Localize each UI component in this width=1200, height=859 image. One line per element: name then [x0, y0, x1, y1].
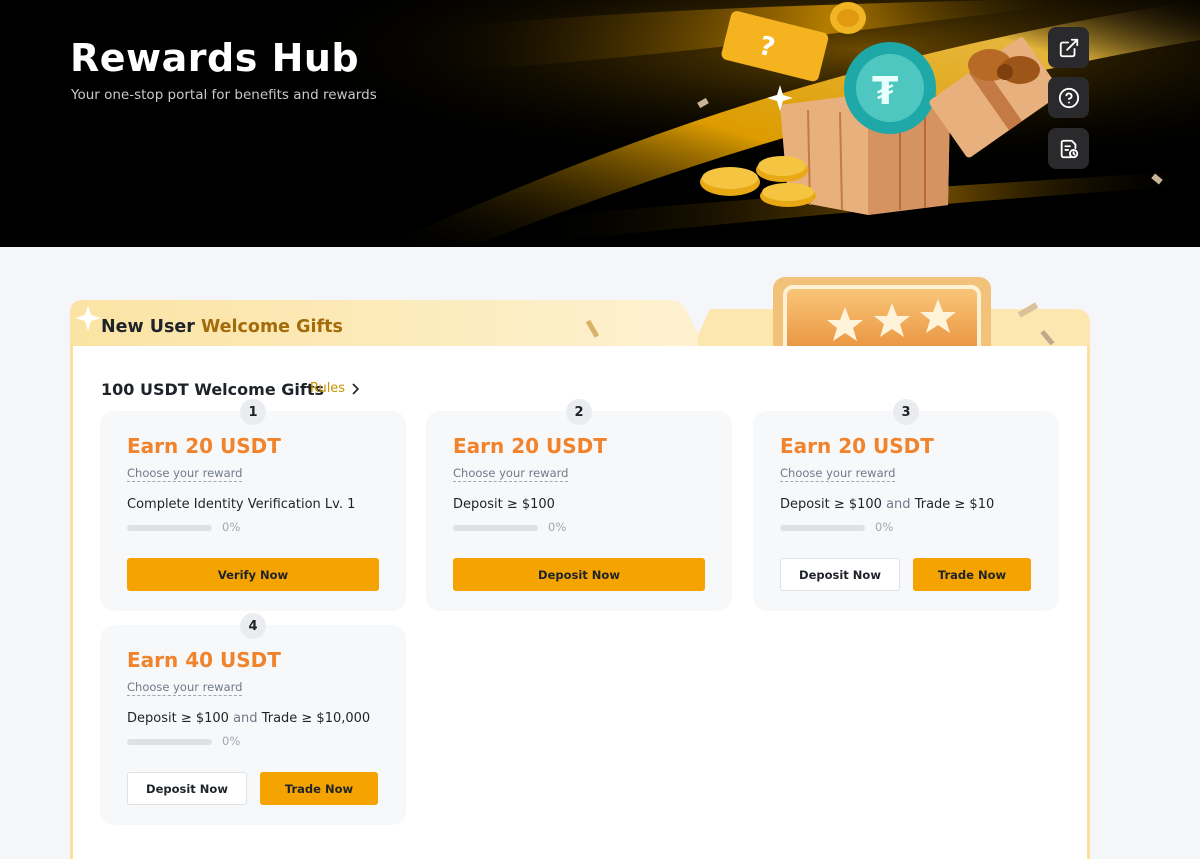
choose-reward-link[interactable]: Choose your reward [127, 466, 243, 482]
welcome-panel-title: New User Welcome Gifts [101, 317, 343, 337]
task-part: Complete Identity Verification Lv. 1 [127, 497, 356, 512]
task-description: Deposit ≥ $100 and Trade ≥ $10 [780, 497, 994, 512]
task-description: Deposit ≥ $100 [453, 497, 555, 512]
deposit-now-button[interactable]: Deposit Now [780, 558, 900, 591]
deposit-now-button[interactable]: Deposit Now [127, 772, 247, 805]
progress-percent: 0% [222, 734, 241, 748]
reward-history-icon [1060, 139, 1078, 158]
earn-amount: Earn 20 USDT [453, 434, 607, 458]
progress-percent: 0% [548, 520, 567, 534]
gift-card-1: Earn 20 USDT Choose your reward Complete… [100, 411, 406, 611]
gift-card-4: Earn 40 USDT Choose your reward Deposit … [100, 625, 406, 825]
step-badge: 1 [240, 399, 266, 425]
svg-text:₮: ₮ [872, 69, 898, 113]
external-link-icon [1059, 38, 1078, 57]
earn-amount: Earn 40 USDT [127, 648, 281, 672]
section-title: 100 USDT Welcome Gifts [101, 380, 324, 399]
gift-box-illustration: ? ₮ [697, 2, 1163, 215]
help-circle-icon [1058, 87, 1079, 108]
progress-bar [127, 739, 212, 745]
task-description: Complete Identity Verification Lv. 1 [127, 497, 355, 512]
reward-history-button[interactable] [1048, 128, 1089, 169]
hero-banner: Rewards Hub Your one-stop portal for ben… [0, 0, 1200, 247]
title-prefix: New User [101, 317, 201, 337]
help-button[interactable] [1048, 77, 1089, 118]
task-part: Trade ≥ $10 [914, 497, 995, 512]
trade-now-button[interactable]: Trade Now [913, 558, 1031, 591]
earn-amount: Earn 20 USDT [780, 434, 934, 458]
gift-card-3: Earn 20 USDT Choose your reward Deposit … [753, 411, 1059, 611]
gift-card-2: Earn 20 USDT Choose your reward Deposit … [426, 411, 732, 611]
progress-percent: 0% [875, 520, 894, 534]
task-conjunction: and [886, 497, 911, 512]
earn-amount: Earn 20 USDT [127, 434, 281, 458]
choose-reward-link[interactable]: Choose your reward [453, 466, 569, 482]
progress-bar [127, 525, 212, 531]
progress-bar [780, 525, 865, 531]
progress-percent: 0% [222, 520, 241, 534]
task-part: Deposit ≥ $100 [780, 497, 882, 512]
chevron-right-icon [352, 382, 360, 395]
page-subtitle: Your one-stop portal for benefits and re… [71, 87, 377, 103]
task-description: Deposit ≥ $100 and Trade ≥ $10,000 [127, 711, 370, 726]
task-part: Trade ≥ $10,000 [261, 711, 371, 726]
deposit-now-button[interactable]: Deposit Now [453, 558, 705, 591]
step-badge: 4 [240, 613, 266, 639]
rules-link[interactable]: Rules [310, 381, 360, 396]
task-part: Deposit ≥ $100 [453, 497, 555, 512]
progress-bar [453, 525, 538, 531]
trade-now-button[interactable]: Trade Now [260, 772, 378, 805]
choose-reward-link[interactable]: Choose your reward [127, 680, 243, 696]
task-part: Deposit ≥ $100 [127, 711, 229, 726]
step-badge: 2 [566, 399, 592, 425]
task-conjunction: and [233, 711, 258, 726]
choose-reward-link[interactable]: Choose your reward [780, 466, 896, 482]
share-button[interactable] [1048, 27, 1089, 68]
welcome-panel-header [70, 277, 1090, 355]
page-title: Rewards Hub [70, 36, 360, 80]
rules-label: Rules [310, 381, 346, 396]
verify-now-button[interactable]: Verify Now [127, 558, 379, 591]
step-badge: 3 [893, 399, 919, 425]
title-highlight: Welcome Gifts [201, 317, 343, 337]
